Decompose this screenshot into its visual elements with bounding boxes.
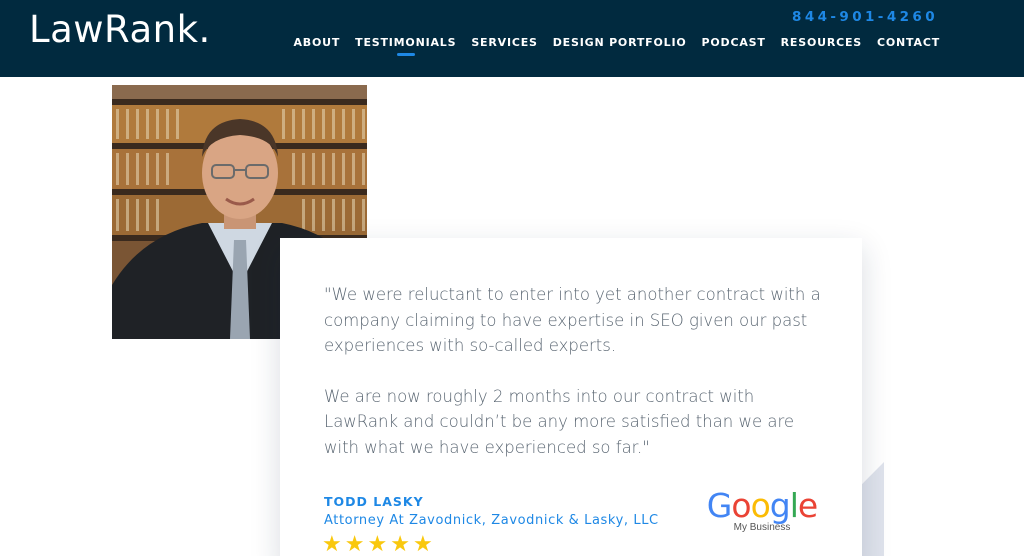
star-icon: ★ — [322, 531, 342, 556]
phone-number-link[interactable]: 844-901-4260 — [792, 9, 938, 25]
google-logo: Google — [706, 486, 818, 525]
testimonial-quote: "We were reluctant to enter into yet ano… — [324, 282, 824, 460]
star-icon: ★ — [390, 531, 410, 556]
nav-item-resources[interactable]: RESOURCES — [781, 36, 862, 49]
star-icon: ★ — [367, 531, 388, 556]
star-icon: ★ — [412, 531, 433, 556]
quote-paragraph-1: "We were reluctant to enter into yet ano… — [324, 285, 821, 355]
star-icon: ★ — [344, 531, 365, 556]
site-logo[interactable]: LawRank. — [29, 8, 211, 51]
star-rating: ★ ★ ★ ★ ★ — [322, 532, 433, 556]
testimonial-author-role: Attorney At Zavodnick, Zavodnick & Lasky… — [324, 513, 659, 528]
quote-paragraph-2: We are now roughly 2 months into our con… — [324, 386, 795, 457]
nav-item-contact[interactable]: CONTACT — [877, 36, 940, 49]
nav-item-about[interactable]: ABOUT — [293, 36, 340, 49]
site-header: LawRank. 844-901-4260 ABOUT TESTIMONIALS… — [0, 0, 1024, 77]
main-nav: ABOUT TESTIMONIALS SERVICES DESIGN PORTF… — [293, 36, 940, 49]
nav-item-design-portfolio[interactable]: DESIGN PORTFOLIO — [553, 36, 687, 49]
testimonial-author-name: TODD LASKY — [324, 494, 424, 509]
nav-item-testimonials[interactable]: TESTIMONIALS — [355, 36, 456, 49]
testimonial-card: "We were reluctant to enter into yet ano… — [280, 238, 862, 556]
nav-item-services[interactable]: SERVICES — [471, 36, 537, 49]
google-my-business-badge: Google My Business — [702, 486, 822, 534]
nav-item-podcast[interactable]: PODCAST — [702, 36, 766, 49]
